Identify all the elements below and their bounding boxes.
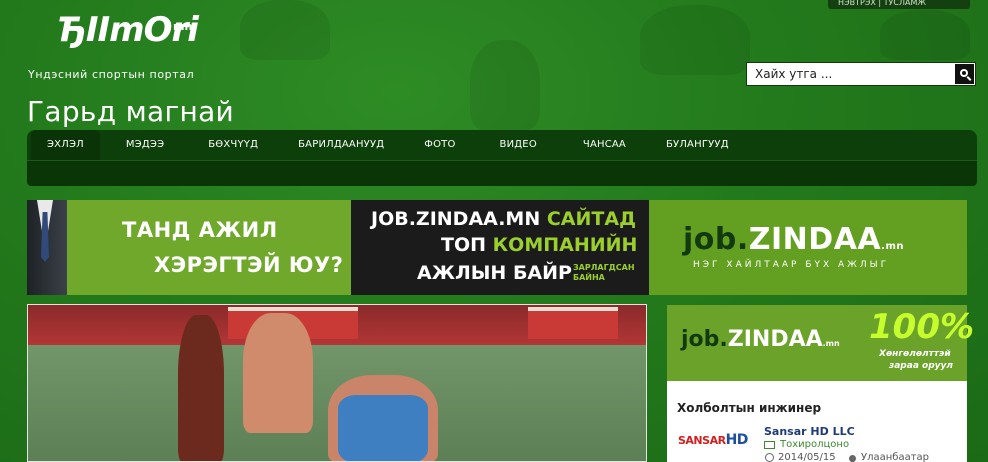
nav-item-matches[interactable]: БАРИЛДААНУУД [282,130,400,160]
banner-left: ТАНД АЖИЛ ХЭРЭГТЭЙ ЮУ? [27,200,351,295]
main-nav: ЭХЛЭЛ МЭДЭЭ БӨХЧҮҮД БАРИЛДААНУУД ФОТО ВИ… [27,130,977,186]
side-ad-percent: 100% [869,307,975,347]
nav-item-rankings[interactable]: ЧАНСАА [567,130,642,160]
nav-list: ЭХЛЭЛ МЭДЭЭ БӨХЧҮҮД БАРИЛДААНУУД ФОТО ВИ… [27,130,977,160]
salary-icon [764,441,775,449]
company-logo: SANSARHD [678,432,748,448]
company-logo-b: HD [725,432,749,448]
side-ad-line1: Хөнгөлөлттэй [879,349,951,359]
photo-figure-wrestler [243,313,313,433]
search-icon [959,69,968,77]
top-links[interactable]: НЭВТРЭХ | ТУСЛАМЖ [828,0,970,9]
banner-mid-company: КОМПАНИЙН [492,234,638,256]
nav-item-home[interactable]: ЭХЛЭЛ [31,130,100,160]
side-logo-zindaa: ZINDAA [727,327,823,352]
banner-mid-line1: JOB.ZINDAA.MN САЙТАД [371,208,636,230]
page-title: Гарьд магнай [27,95,235,128]
background-figure [880,10,970,60]
side-logo-mn: .mn [822,339,840,348]
site-logo[interactable]: ЂIImOri mn [27,2,199,58]
banner-right: job.ZINDAA.mn НЭГ ХАЙЛТААР БҮХ АЖЛЫГ [649,200,967,295]
side-ad-line2: зараа оруул [889,361,953,371]
company-logo-a: SANSAR [678,434,726,447]
banner-right-sub: НЭГ ХАЙЛТААР БҮХ АЖЛЫГ [693,260,890,270]
location-icon [847,453,858,462]
featured-photo[interactable] [27,304,647,462]
side-ad-logo: job.ZINDAA.mn [681,327,840,352]
salary-status: Тохиролцоно [780,439,850,450]
photo-figure-jacket [338,395,428,461]
nav-item-columns[interactable]: БУЛАНГУУД [650,130,745,160]
background-figure [470,40,540,130]
posting-date: 2014/05/15 [778,452,836,462]
banner-mid-site: САЙТАД [546,208,636,230]
job-listing-card[interactable]: Холболтын инжинер SANSARHD Sansar HD LLC… [667,381,967,462]
banner-mid-small: ЗАРЛАГДСАН БАЙНА [573,263,635,282]
logo-suffix: mn [173,20,193,33]
job-location: Улаанбаатар [861,452,930,462]
clock-icon [765,453,774,462]
side-ad[interactable]: job.ZINDAA.mn 100% Хөнгөлөлттэй зараа ор… [667,305,974,381]
company-name[interactable]: Sansar HD LLC [764,425,855,438]
background-figure [240,0,330,60]
banner-mid-line2: ТОП КОМПАНИЙН [441,234,637,256]
search-input[interactable] [747,63,955,85]
nav-item-news[interactable]: МЭДЭЭ [110,130,180,160]
banner-middle: JOB.ZINDAA.MN САЙТАД ТОП КОМПАНИЙН АЖЛЫН… [351,200,649,295]
tie-image [41,212,49,262]
banner-line1: ТАНД АЖИЛ [122,218,278,242]
job-banner[interactable]: ТАНД АЖИЛ ХЭРЭГТЭЙ ЮУ? JOB.ZINDAA.MN САЙ… [27,200,967,295]
nav-item-wrestlers[interactable]: БӨХЧҮҮД [192,130,274,160]
banner-mid-url: JOB.ZINDAA.MN [371,208,541,230]
search-box [746,62,976,86]
nav-item-photo[interactable]: ФОТО [408,130,471,160]
job-title[interactable]: Холболтын инжинер [677,401,821,415]
banner-mid-top: ТОП [441,234,487,256]
logo-job: job. [683,222,749,257]
search-button[interactable] [955,64,974,84]
background-figure [640,5,750,75]
banner-line2: ХЭРЭГТЭЙ ЮУ? [154,253,344,277]
nav-item-video[interactable]: ВИДЕО [484,130,553,160]
side-logo-job: job. [681,327,728,352]
nav-subbar [27,160,977,186]
suit-image [27,200,67,295]
photo-figure-robe [178,315,224,461]
logo-zindaa: ZINDAA [748,222,882,257]
banner-mid-line3: АЖЛЫН БАЙР [417,262,572,284]
tagline: Үндэсний спортын портал [28,68,195,81]
logo-mn: .mn [881,241,904,252]
jobzindaa-logo: job.ZINDAA.mn [683,222,904,257]
photo-table [528,307,618,339]
